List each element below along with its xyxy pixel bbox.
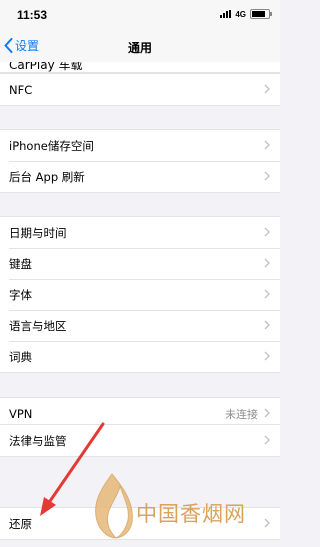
list-item-label: 字体 (9, 287, 32, 302)
list-item-carplay[interactable]: CarPlay 车载 (0, 62, 280, 73)
chevron-right-icon (264, 258, 270, 268)
list-item-label: 词典 (9, 349, 32, 364)
settings-group-locale: 日期与时间 键盘 字体 语言与地区 词典 (0, 216, 280, 373)
chevron-right-icon (264, 351, 270, 361)
flame-logo-icon (95, 473, 133, 539)
list-item-fonts[interactable]: 字体 (0, 279, 280, 310)
list-item-label: 法律与监管 (9, 433, 67, 448)
chevron-right-icon (264, 320, 270, 330)
chevron-right-icon (264, 289, 270, 299)
list-item-dictionary[interactable]: 词典 (0, 341, 280, 372)
settings-group-legal: 法律与监管 (0, 424, 280, 457)
settings-group-nfc: NFC (0, 73, 280, 106)
list-item-label: 键盘 (9, 256, 32, 271)
list-item-label: NFC (9, 82, 33, 97)
chevron-right-icon (264, 140, 270, 150)
list-item-label: 还原 (9, 516, 32, 531)
battery-fill (252, 11, 265, 17)
watermark-text: 中国香烟网 (136, 502, 246, 526)
status-time: 11:53 (17, 8, 48, 22)
list-item-legal-regulatory[interactable]: 法律与监管 (0, 425, 280, 456)
list-item-language-region[interactable]: 语言与地区 (0, 310, 280, 341)
page-title: 通用 (127, 41, 152, 55)
chevron-right-icon (264, 84, 270, 94)
list-item-label: iPhone储存空间 (9, 138, 94, 153)
list-item-background-app-refresh[interactable]: 后台 App 刷新 (0, 161, 280, 192)
battery-icon (250, 9, 272, 19)
list-item-nfc[interactable]: NFC (0, 74, 280, 105)
navigation-bar: 设置 通用 (0, 30, 280, 62)
list-item-label: 后台 App 刷新 (9, 169, 85, 184)
network-type: 4G (235, 9, 246, 19)
cellular-signal-icon (220, 10, 232, 18)
chevron-right-icon (264, 227, 270, 237)
vpn-status: 未连接 (225, 407, 258, 421)
list-item-keyboard[interactable]: 键盘 (0, 248, 280, 279)
list-item-iphone-storage[interactable]: iPhone储存空间 (0, 130, 280, 161)
list-item-date-time[interactable]: 日期与时间 (0, 217, 280, 248)
status-indicators: 4G (220, 9, 272, 19)
chevron-right-icon (264, 171, 270, 181)
watermark: 中国香烟网 (90, 472, 276, 542)
chevron-right-icon (264, 408, 270, 418)
list-item-label: 语言与地区 (9, 318, 67, 333)
chevron-right-icon (264, 435, 270, 445)
settings-group-storage: iPhone储存空间 后台 App 刷新 (0, 129, 280, 193)
list-item-label: CarPlay 车载 (9, 62, 83, 72)
list-item-label: 日期与时间 (9, 225, 67, 240)
list-item-label: VPN (9, 406, 33, 421)
status-bar: 11:53 4G (0, 0, 280, 30)
